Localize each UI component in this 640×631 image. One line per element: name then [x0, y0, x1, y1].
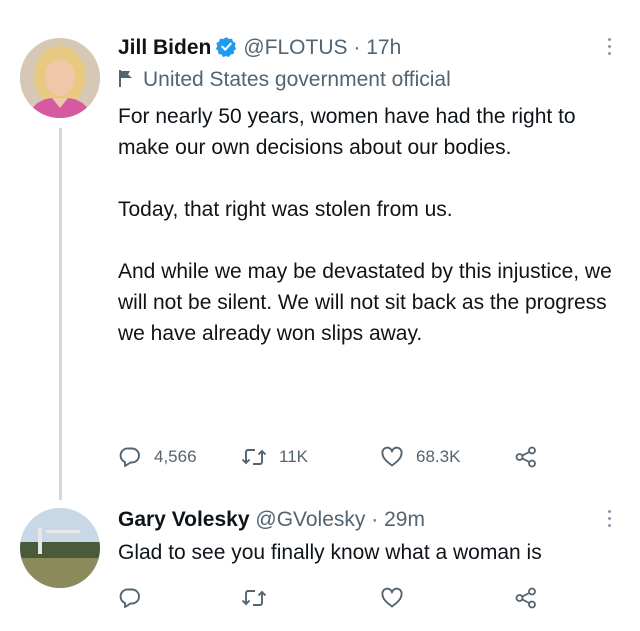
reply-icon [118, 586, 142, 610]
avatar-gary-volesky[interactable] [20, 508, 100, 588]
tweet-paragraph: And while we may be devastated by this i… [118, 260, 612, 345]
retweet-icon [241, 445, 267, 469]
avatar-jill-biden[interactable] [20, 38, 100, 118]
thread-connector-line [59, 128, 62, 500]
more-icon[interactable] [608, 38, 612, 58]
like-icon [380, 586, 404, 610]
share-icon [514, 586, 538, 610]
like-button[interactable] [380, 585, 404, 611]
like-icon [380, 445, 404, 469]
retweet-count: 11K [279, 447, 308, 466]
tweet-paragraph: Glad to see you finally know what a woma… [118, 541, 542, 564]
retweet-button[interactable] [241, 585, 267, 611]
tweet-timestamp[interactable]: 29m [384, 508, 425, 531]
share-button[interactable] [514, 585, 538, 611]
header-separator: · [353, 36, 361, 59]
tweet-text: Glad to see you finally know what a woma… [118, 537, 628, 568]
reply-button[interactable]: 4,566 [118, 444, 197, 470]
government-label[interactable]: United States government official [118, 67, 451, 95]
tweet-header: Gary Volesky @GVolesky · 29m [118, 506, 425, 534]
retweet-button[interactable]: 11K [241, 444, 308, 470]
tweet-actions [118, 585, 618, 611]
verified-badge-icon [216, 36, 237, 65]
reply-button[interactable] [118, 585, 142, 611]
tweet-reply-gvolesky[interactable]: Gary Volesky @GVolesky · 29m Glad to see… [0, 500, 640, 631]
tweet-timestamp[interactable]: 17h [366, 36, 401, 59]
author-name[interactable]: Jill Biden [118, 36, 211, 59]
more-icon[interactable] [608, 510, 612, 530]
avatar-portrait-image [20, 38, 100, 118]
header-separator: · [371, 508, 379, 531]
tweet-text: For nearly 50 years, women have had the … [118, 101, 628, 349]
author-handle[interactable]: @GVolesky [255, 508, 365, 531]
author-handle[interactable]: @FLOTUS [243, 36, 347, 59]
share-icon [514, 445, 538, 469]
tweet-paragraph: For nearly 50 years, women have had the … [118, 105, 576, 159]
retweet-icon [241, 586, 267, 610]
reply-count: 4,566 [154, 447, 197, 466]
share-button[interactable] [514, 444, 538, 470]
like-button[interactable]: 68.3K [380, 444, 460, 470]
label-text: United States government official [143, 68, 451, 91]
like-count: 68.3K [416, 447, 461, 466]
flag-icon [118, 69, 135, 95]
tweet-flotus[interactable]: Jill Biden @FLOTUS · 17h United States go… [0, 0, 640, 500]
author-name[interactable]: Gary Volesky [118, 508, 250, 531]
tweet-header: Jill Biden @FLOTUS · 17h [118, 34, 401, 65]
tweet-actions: 4,566 11K 68.3K [118, 444, 618, 470]
tweet-paragraph: Today, that right was stolen from us. [118, 198, 453, 221]
avatar-landscape-image [20, 508, 100, 588]
reply-icon [118, 445, 142, 469]
